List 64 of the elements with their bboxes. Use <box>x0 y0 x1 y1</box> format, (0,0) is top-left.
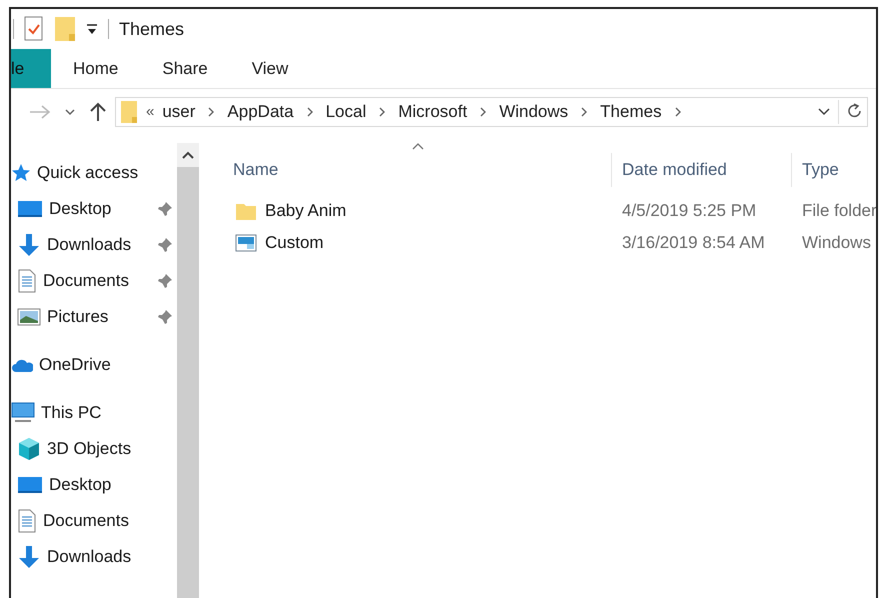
chevron-right-icon <box>580 107 588 117</box>
breadcrumb[interactable]: Themes <box>600 99 662 125</box>
picture-icon <box>17 307 41 327</box>
scrollbar[interactable] <box>177 143 199 598</box>
sort-caret-icon <box>412 143 424 150</box>
sidebar-item-label[interactable]: Downloads <box>47 232 151 258</box>
checklist-icon <box>24 16 44 42</box>
sidebar-item-label[interactable]: Desktop <box>49 196 151 222</box>
column-header[interactable]: Date modified <box>611 153 791 187</box>
window-title: Themes <box>119 20 184 38</box>
down-arrow-icon <box>17 545 41 569</box>
sidebar-item-label[interactable]: Pictures <box>47 304 151 330</box>
date-modified: 3/16/2019 8:54 AM <box>621 232 766 254</box>
chevron-down-icon <box>65 108 75 116</box>
chevron-right-icon <box>378 107 386 117</box>
ribbon-tab[interactable]: Share <box>140 49 230 88</box>
chevron-right-icon <box>479 107 488 117</box>
file-type: Windows <box>801 232 872 254</box>
ribbon-tab[interactable]: View <box>230 49 310 88</box>
breadcrumb[interactable]: Local <box>326 99 366 125</box>
date-modified: 4/5/2019 5:25 PM <box>621 200 758 222</box>
chevron-right-icon <box>674 107 682 117</box>
sidebar-item-label[interactable]: Documents <box>43 508 173 534</box>
file-name[interactable]: Custom <box>265 230 324 256</box>
scroll-up-button[interactable] <box>177 143 199 167</box>
ribbon-tab[interactable]: Home <box>51 49 140 88</box>
file-type: File folder <box>801 200 876 222</box>
window-icon <box>235 234 257 252</box>
chevron-down-icon <box>818 108 830 116</box>
document-icon <box>17 509 37 533</box>
column-header[interactable]: Type <box>791 153 876 187</box>
cloud-icon <box>11 357 33 373</box>
sidebar-item-label[interactable]: Desktop <box>49 472 173 498</box>
overflow-chevron[interactable]: « <box>146 100 154 124</box>
sidebar-item[interactable]: OneDrive <box>11 347 177 383</box>
dropdown-icon <box>86 23 98 35</box>
sidebar-item-label[interactable]: Documents <box>43 268 151 294</box>
caret-up-icon <box>182 151 194 159</box>
divider <box>13 19 14 39</box>
folder-icon <box>54 16 76 42</box>
breadcrumb[interactable]: user <box>162 99 196 125</box>
monitor-icon <box>17 199 43 219</box>
sidebar-item[interactable]: This PC <box>11 395 177 431</box>
monitor-icon <box>17 475 43 495</box>
chevron-right-icon <box>306 107 314 117</box>
up-arrow-icon <box>89 102 107 122</box>
breadcrumb[interactable]: AppData <box>227 99 294 125</box>
back-arrow-icon <box>29 104 51 120</box>
cube-icon <box>17 437 41 461</box>
sidebar-item-label[interactable]: 3D Objects <box>47 436 173 462</box>
folder-icon <box>120 100 138 124</box>
breadcrumb[interactable]: Microsoft <box>398 99 468 125</box>
document-icon <box>17 269 37 293</box>
sidebar-item[interactable]: Quick access <box>11 155 177 191</box>
address-field[interactable]: « user AppData Local Microsoft Windows Themes <box>115 97 868 127</box>
breadcrumb[interactable]: Windows <box>499 99 568 125</box>
star-icon <box>11 163 31 183</box>
chevron-right-icon <box>207 107 216 117</box>
sidebar-item-label[interactable]: Downloads <box>47 544 173 570</box>
computer-icon <box>11 402 35 424</box>
file-name[interactable]: Baby Anim <box>265 198 346 224</box>
column-header[interactable]: Name <box>231 153 611 187</box>
down-arrow-icon <box>17 233 41 257</box>
folder-icon <box>235 201 257 221</box>
